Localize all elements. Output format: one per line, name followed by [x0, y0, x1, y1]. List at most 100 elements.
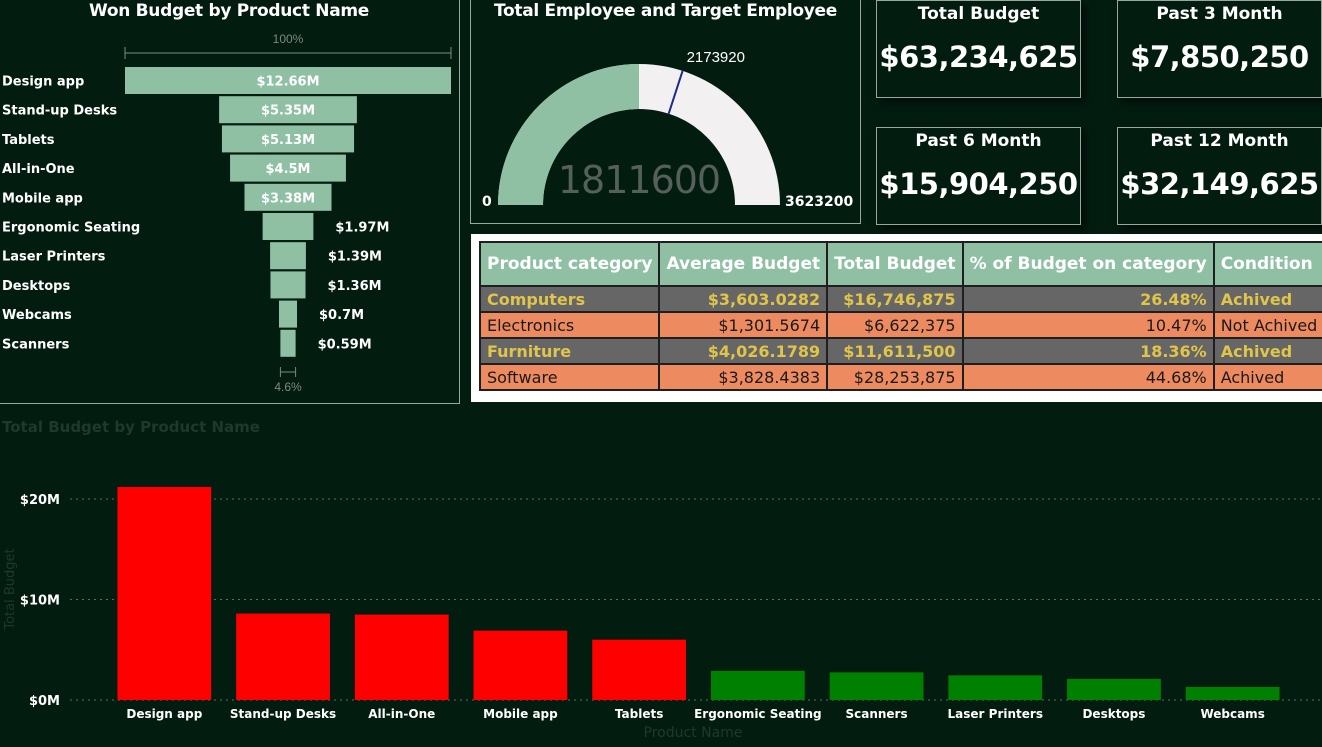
gauge-panel: Total Employee and Target Employee 21739… — [470, 0, 861, 224]
bar — [710, 670, 805, 700]
funnel-category-label: Laser Printers — [2, 250, 106, 265]
table-header-row: Product category Average Budget Total Bu… — [478, 241, 1322, 287]
bar-xtick-label: Scanners — [845, 707, 907, 721]
past-12-month-title: Past 12 Month — [1150, 131, 1289, 151]
funnel-category-label: Scanners — [2, 337, 70, 352]
bar-xtick-label: Design app — [126, 707, 202, 721]
funnel-data-label: $12.66M — [256, 75, 319, 90]
bar — [473, 630, 568, 700]
bar-xtick-label: Stand-up Desks — [230, 707, 336, 721]
cell-average: $1,301.5674 — [658, 311, 829, 339]
funnel-bar — [280, 329, 296, 357]
funnel-bar — [270, 242, 306, 270]
header-total-budget[interactable]: Total Budget — [826, 241, 964, 287]
funnel-data-label: $1.36M — [328, 279, 382, 294]
gauge-target-label: 2173920 — [687, 49, 745, 66]
bar-ytick-label: $10M — [20, 594, 60, 609]
cell-percent: 18.36% — [961, 337, 1215, 365]
budget-table-panel: Product category Average Budget Total Bu… — [471, 234, 1322, 402]
table-row: Software $3,828.4383 $28,253,875 44.68% … — [478, 363, 1322, 391]
cell-condition: Achived — [1212, 363, 1322, 391]
table-row: Electronics $1,301.5674 $6,622,375 10.47… — [478, 311, 1322, 339]
funnel-category-label: Design app — [2, 75, 84, 90]
past-6-month-title: Past 6 Month — [915, 131, 1042, 151]
gauge-value-label: 1811600 — [558, 158, 720, 202]
bar — [1185, 686, 1280, 700]
bar-ytick-label: $20M — [20, 493, 60, 508]
cell-condition: Achived — [1212, 337, 1322, 365]
bar — [829, 672, 924, 700]
bar-xtick-label: Tablets — [615, 707, 663, 721]
funnel-category-label: All-in-One — [2, 162, 75, 177]
bar — [1067, 678, 1161, 700]
past-3-month-card: Past 3 Month $7,850,250 — [1117, 0, 1322, 98]
cell-condition: Achived — [1212, 285, 1322, 313]
funnel-data-label: $1.97M — [335, 221, 389, 236]
cell-percent: 44.68% — [961, 363, 1215, 391]
bar-xtick-label: Mobile app — [483, 707, 558, 721]
funnel-data-label: $1.39M — [328, 250, 382, 265]
funnel-chart: 100% Design app $12.66M Stand-up Desks $5.35… — [2, 32, 452, 394]
cell-average: $3,828.4383 — [658, 363, 829, 391]
bar-xtick-label: Desktops — [1082, 707, 1145, 721]
cell-total: $11,611,500 — [826, 337, 964, 365]
funnel-category-label: Desktops — [2, 279, 70, 294]
header-average-budget[interactable]: Average Budget — [658, 241, 829, 287]
total-budget-title: Total Budget — [917, 4, 1040, 24]
bar-xaxis-label: Product Name — [644, 725, 743, 741]
funnel-bar — [270, 271, 306, 299]
total-budget-card: Total Budget $63,234,625 — [876, 0, 1081, 98]
funnel-data-label: $3.38M — [261, 191, 315, 206]
cell-percent: 10.47% — [961, 311, 1215, 339]
funnel-bar — [278, 300, 298, 328]
funnel-data-label: $5.35M — [261, 104, 315, 119]
funnel-chart-panel: Won Budget by Product Name 100% Design ap… — [0, 0, 460, 404]
funnel-bar — [262, 213, 314, 240]
bar — [236, 613, 330, 700]
past-6-month-value: $15,904,250 — [879, 167, 1078, 201]
total-budget-value: $63,234,625 — [879, 40, 1078, 74]
budget-table: Product category Average Budget Total Bu… — [478, 241, 1322, 391]
bar — [117, 486, 212, 700]
bar-xtick-label: All-in-One — [368, 707, 435, 721]
funnel-bottom-label: 4.6% — [274, 380, 302, 394]
funnel-top-label: 100% — [273, 32, 304, 46]
gauge-chart: 2173920 1811600 0 3623200 — [482, 49, 853, 210]
past-3-month-title: Past 3 Month — [1156, 4, 1283, 24]
funnel-category-label: Stand-up Desks — [2, 104, 117, 119]
bar — [592, 639, 687, 700]
bar-chart: $0M $10M $20M Design app Stand-up Desks All-i… — [3, 486, 1320, 741]
header-product-category[interactable]: Product category — [478, 241, 661, 287]
funnel-category-label: Mobile app — [2, 191, 83, 206]
bar-xtick-label: Webcams — [1200, 707, 1264, 721]
bar-xtick-label: Laser Printers — [948, 707, 1043, 721]
gauge-max-label: 3623200 — [785, 194, 853, 210]
funnel-category-label: Tablets — [2, 133, 55, 148]
past-12-month-card: Past 12 Month $32,149,625 — [1117, 127, 1322, 225]
bar-ytick-label: $0M — [29, 694, 60, 709]
header-percent-budget[interactable]: % of Budget on category — [961, 241, 1215, 287]
funnel-category-label: Webcams — [2, 308, 72, 323]
cell-average: $3,603.0282 — [658, 285, 829, 313]
cell-total: $28,253,875 — [826, 363, 964, 391]
past-12-month-value: $32,149,625 — [1120, 167, 1319, 201]
header-condition[interactable]: Condition — [1212, 241, 1322, 287]
cell-category: Software — [478, 363, 661, 391]
gauge-min-label: 0 — [482, 194, 492, 210]
cell-total: $16,746,875 — [826, 285, 964, 313]
table-row: Computers $3,603.0282 $16,746,875 26.48%… — [478, 285, 1322, 313]
bar-chart-panel: $0M $10M $20M Design app Stand-up Desks All-i… — [0, 414, 1322, 747]
funnel-data-label: $5.13M — [261, 133, 315, 148]
cell-percent: 26.48% — [961, 285, 1215, 313]
bar-xtick-label: Ergonomic Seating — [694, 707, 822, 721]
past-6-month-card: Past 6 Month $15,904,250 — [876, 127, 1081, 225]
bar — [354, 614, 449, 700]
bar-chart-title: Total Budget by Product Name — [2, 418, 260, 436]
bar — [948, 675, 1043, 700]
past-3-month-value: $7,850,250 — [1130, 40, 1309, 74]
funnel-data-label: $0.59M — [318, 337, 372, 352]
cell-total: $6,622,375 — [826, 311, 964, 339]
table-row: Furniture $4,026.1789 $11,611,500 18.36%… — [478, 337, 1322, 365]
cell-category: Electronics — [478, 311, 661, 339]
funnel-category-label: Ergonomic Seating — [2, 221, 140, 236]
